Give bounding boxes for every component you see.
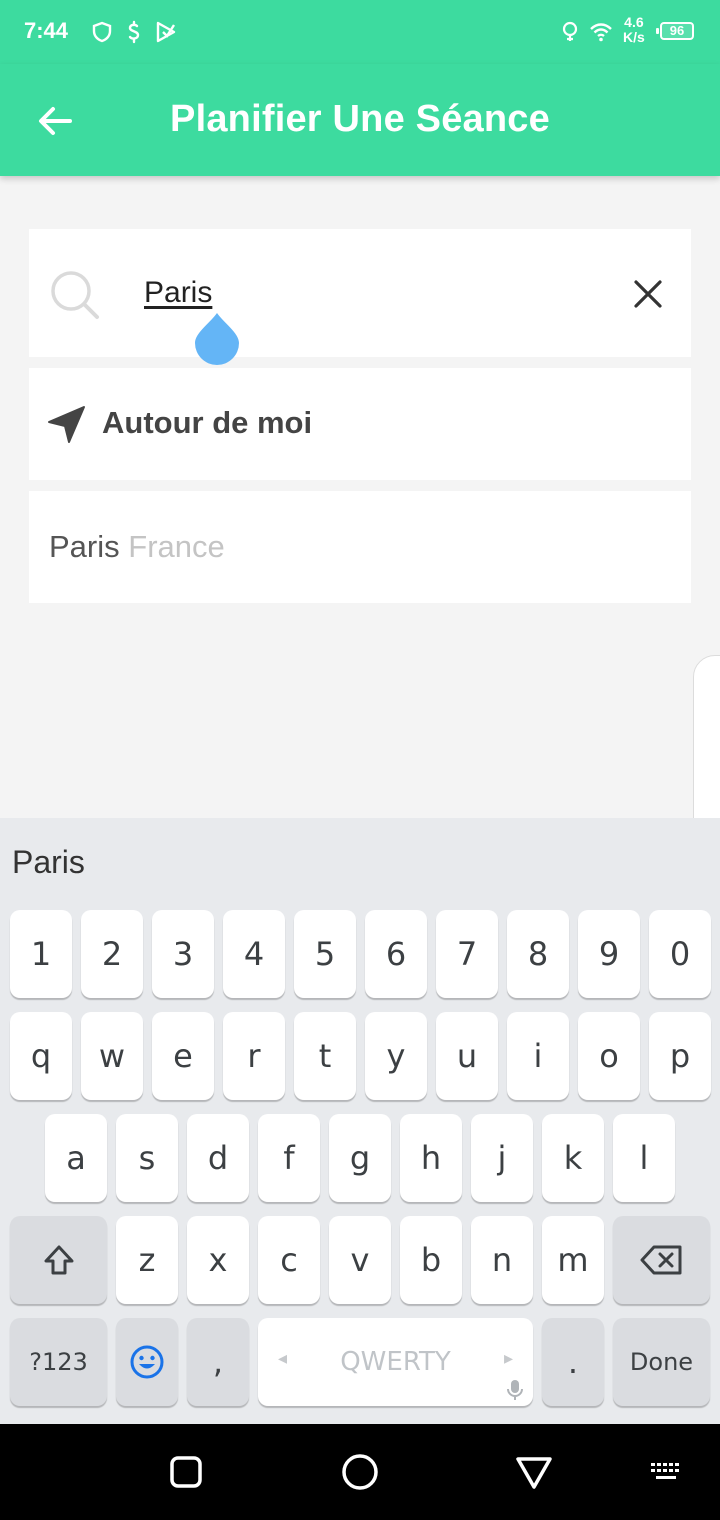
- key-o[interactable]: o: [578, 1012, 640, 1100]
- network-speed-unit: K/s: [623, 29, 645, 45]
- search-result-text: Paris France: [49, 529, 225, 565]
- key-2[interactable]: 2: [81, 910, 143, 998]
- key-b[interactable]: b: [400, 1216, 462, 1304]
- key-c[interactable]: c: [258, 1216, 320, 1304]
- key-8[interactable]: 8: [507, 910, 569, 998]
- key-u[interactable]: u: [436, 1012, 498, 1100]
- text-cursor-handle[interactable]: [194, 311, 240, 365]
- search-result-item[interactable]: Paris France: [29, 491, 691, 603]
- key-g[interactable]: g: [329, 1114, 391, 1202]
- page-title: Planifier Une Séance: [170, 98, 550, 140]
- battery-indicator: 96: [656, 22, 694, 40]
- around-me-option[interactable]: Autour de moi: [29, 368, 691, 480]
- key-4[interactable]: 4: [223, 910, 285, 998]
- close-icon: [634, 280, 662, 308]
- key-y[interactable]: y: [365, 1012, 427, 1100]
- wifi-icon: [590, 23, 612, 42]
- home-button[interactable]: [336, 1448, 384, 1496]
- done-key[interactable]: Done: [613, 1318, 710, 1406]
- system-navigation-bar: [0, 1424, 720, 1520]
- lightbulb-icon: [562, 21, 578, 41]
- key-9[interactable]: 9: [578, 910, 640, 998]
- recents-button[interactable]: [162, 1448, 210, 1496]
- space-key[interactable]: ◂ QWERTY ▸: [258, 1318, 533, 1406]
- search-input[interactable]: Paris: [144, 276, 212, 310]
- play-store-icon: [156, 21, 176, 43]
- space-key-label: QWERTY: [340, 1347, 451, 1377]
- shift-key[interactable]: [10, 1216, 107, 1304]
- backspace-key[interactable]: [613, 1216, 710, 1304]
- search-bar[interactable]: Paris: [29, 229, 691, 365]
- status-bar: 7:44 4.6 K/s 96: [0, 0, 720, 64]
- key-i[interactable]: i: [507, 1012, 569, 1100]
- key-m[interactable]: m: [542, 1216, 604, 1304]
- key-x[interactable]: x: [187, 1216, 249, 1304]
- key-f[interactable]: f: [258, 1114, 320, 1202]
- keyboard-icon: [651, 1463, 679, 1479]
- navigation-arrow-icon: [48, 406, 85, 443]
- key-5[interactable]: 5: [294, 910, 356, 998]
- key-t[interactable]: t: [294, 1012, 356, 1100]
- soft-keyboard: Paris 1 2 3 4 5 6 7 8 9 0 q w e r t y u …: [0, 818, 720, 1424]
- key-a[interactable]: a: [45, 1114, 107, 1202]
- key-e[interactable]: e: [152, 1012, 214, 1100]
- key-q[interactable]: q: [10, 1012, 72, 1100]
- status-time: 7:44: [24, 18, 69, 43]
- clear-search-button[interactable]: [627, 273, 669, 315]
- around-me-label: Autour de moi: [102, 405, 313, 440]
- key-l[interactable]: l: [613, 1114, 675, 1202]
- emoji-key[interactable]: [116, 1318, 178, 1406]
- key-w[interactable]: w: [81, 1012, 143, 1100]
- key-p[interactable]: p: [649, 1012, 711, 1100]
- key-3[interactable]: 3: [152, 910, 214, 998]
- keyboard-switch-button[interactable]: [642, 1448, 690, 1496]
- shift-arrow-icon: [44, 1245, 73, 1275]
- chevron-left-icon: ◂: [278, 1348, 288, 1369]
- network-speed: 4.6 K/s: [623, 15, 645, 45]
- dollar-icon: [128, 20, 140, 44]
- key-n[interactable]: n: [471, 1216, 533, 1304]
- key-k[interactable]: k: [542, 1114, 604, 1202]
- key-v[interactable]: v: [329, 1216, 391, 1304]
- shield-icon: [92, 21, 112, 43]
- symbols-key[interactable]: ?123: [10, 1318, 107, 1406]
- search-icon: [51, 271, 99, 319]
- key-7[interactable]: 7: [436, 910, 498, 998]
- key-1[interactable]: 1: [10, 910, 72, 998]
- keyboard-suggestion[interactable]: Paris: [12, 844, 85, 881]
- comma-key[interactable]: ,: [187, 1318, 249, 1406]
- triangle-down-icon: [516, 1457, 552, 1489]
- chevron-right-icon: ▸: [503, 1348, 513, 1369]
- app-bar: Planifier Une Séance: [0, 64, 720, 176]
- result-city: Paris: [49, 529, 120, 564]
- square-icon: [170, 1456, 202, 1488]
- result-country: France: [128, 529, 225, 564]
- key-s[interactable]: s: [116, 1114, 178, 1202]
- back-nav-button[interactable]: [510, 1448, 558, 1496]
- key-0[interactable]: 0: [649, 910, 711, 998]
- emoji-icon: [130, 1345, 164, 1379]
- key-d[interactable]: d: [187, 1114, 249, 1202]
- circle-icon: [342, 1454, 378, 1490]
- period-key[interactable]: .: [542, 1318, 604, 1406]
- key-j[interactable]: j: [471, 1114, 533, 1202]
- microphone-icon: [507, 1380, 523, 1400]
- backspace-icon: [640, 1245, 681, 1275]
- key-h[interactable]: h: [400, 1114, 462, 1202]
- key-r[interactable]: r: [223, 1012, 285, 1100]
- network-speed-value: 4.6: [624, 14, 644, 30]
- key-z[interactable]: z: [116, 1216, 178, 1304]
- key-6[interactable]: 6: [365, 910, 427, 998]
